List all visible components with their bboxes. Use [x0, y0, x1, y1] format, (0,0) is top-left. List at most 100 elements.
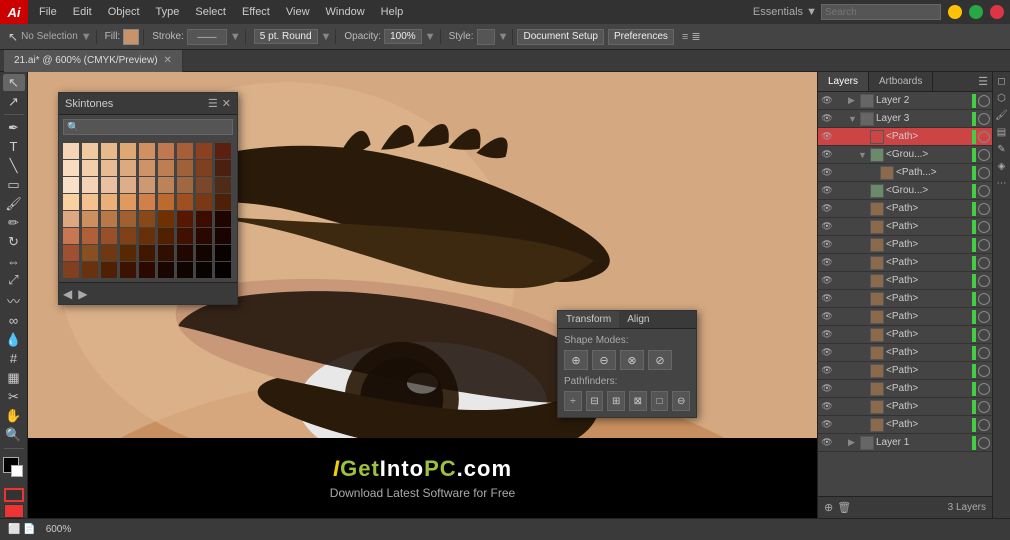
swatch-33[interactable] — [177, 194, 193, 210]
mini-icon-3[interactable]: 🖌 — [995, 110, 1009, 124]
mini-icon-4[interactable]: ▤ — [995, 127, 1009, 141]
gradient-tool[interactable]: ▦ — [3, 369, 25, 386]
menu-object[interactable]: Object — [101, 4, 147, 20]
swatch-30[interactable] — [120, 194, 136, 210]
layer-target-circle[interactable] — [978, 419, 990, 431]
pathfinder-outline-button[interactable]: □ — [651, 391, 669, 411]
pencil-tool[interactable]: ✏ — [3, 215, 25, 232]
layer-target-circle[interactable] — [978, 437, 990, 449]
swatch-29[interactable] — [101, 194, 117, 210]
swatch-42[interactable] — [177, 211, 193, 227]
layer-visibility-toggle[interactable]: 👁 — [820, 382, 834, 396]
pathfinder-crop-button[interactable]: ⊠ — [629, 391, 647, 411]
layer-target-circle[interactable] — [978, 401, 990, 413]
swatch-65[interactable] — [101, 262, 117, 278]
essentials-label[interactable]: Essentials ▼ — [753, 6, 817, 18]
swatch-2[interactable] — [101, 143, 117, 159]
layer-item[interactable]: 👁<Path> — [818, 416, 992, 434]
swatch-26[interactable] — [215, 177, 231, 193]
swatch-9[interactable] — [63, 160, 79, 176]
zoom-tool[interactable]: 🔍 — [3, 427, 25, 444]
swatch-35[interactable] — [215, 194, 231, 210]
swatch-17[interactable] — [215, 160, 231, 176]
shape-minus-button[interactable]: ⊖ — [592, 350, 616, 370]
swatch-62[interactable] — [215, 245, 231, 261]
layer-target-circle[interactable] — [978, 185, 990, 197]
hand-tool[interactable]: ✋ — [3, 408, 25, 425]
panel-back-button[interactable]: ◀ — [63, 287, 72, 301]
swatch-50[interactable] — [158, 228, 174, 244]
swatch-52[interactable] — [196, 228, 212, 244]
eyedropper-tool[interactable]: 💧 — [3, 331, 25, 348]
swatch-11[interactable] — [101, 160, 117, 176]
swatch-57[interactable] — [120, 245, 136, 261]
fill-icon[interactable] — [4, 504, 24, 518]
swatch-34[interactable] — [196, 194, 212, 210]
swatch-66[interactable] — [120, 262, 136, 278]
shape-unite-button[interactable]: ⊕ — [564, 350, 588, 370]
close-button[interactable] — [990, 5, 1004, 19]
mini-icon-5[interactable]: ✎ — [995, 144, 1009, 158]
background-color[interactable] — [11, 465, 23, 477]
menu-effect[interactable]: Effect — [235, 4, 277, 20]
menu-edit[interactable]: Edit — [66, 4, 99, 20]
minimize-button[interactable] — [948, 5, 962, 19]
swatch-54[interactable] — [63, 245, 79, 261]
layer-item[interactable]: 👁▼<Grou...> — [818, 146, 992, 164]
selection-tool[interactable]: ↖ — [3, 74, 25, 91]
panel-close-button[interactable]: ✕ — [222, 97, 231, 110]
swatch-6[interactable] — [177, 143, 193, 159]
layer-visibility-toggle[interactable]: 👁 — [820, 364, 834, 378]
swatch-68[interactable] — [158, 262, 174, 278]
rotate-tool[interactable]: ↻ — [3, 234, 25, 251]
swatch-64[interactable] — [82, 262, 98, 278]
swatch-22[interactable] — [139, 177, 155, 193]
layer-item[interactable]: 👁<Path> — [818, 344, 992, 362]
paintbrush-tool[interactable]: 🖌 — [3, 195, 25, 212]
swatch-12[interactable] — [120, 160, 136, 176]
swatch-16[interactable] — [196, 160, 212, 176]
swatch-38[interactable] — [101, 211, 117, 227]
swatch-61[interactable] — [196, 245, 212, 261]
layer-item[interactable]: 👁<Path> — [818, 308, 992, 326]
layer-visibility-toggle[interactable]: 👁 — [820, 274, 834, 288]
layer-target-circle[interactable] — [978, 311, 990, 323]
layer-item[interactable]: 👁<Path> — [818, 218, 992, 236]
layer-item[interactable]: 👁<Path> — [818, 200, 992, 218]
swatch-15[interactable] — [177, 160, 193, 176]
layer-visibility-toggle[interactable]: 👁 — [820, 436, 834, 450]
swatch-40[interactable] — [139, 211, 155, 227]
layer-target-circle[interactable] — [978, 113, 990, 125]
swatch-53[interactable] — [215, 228, 231, 244]
scissors-tool[interactable]: ✂ — [3, 388, 25, 405]
stroke-size[interactable]: 5 pt. Round — [254, 29, 318, 44]
layer-target-circle[interactable] — [978, 203, 990, 215]
layer-target-circle[interactable] — [978, 167, 990, 179]
layer-expand-toggle[interactable]: ▼ — [858, 150, 868, 160]
panel-options-icon[interactable]: ☰ — [978, 75, 988, 88]
layer-visibility-toggle[interactable]: 👁 — [820, 112, 834, 126]
zoom-display[interactable]: 600% — [46, 524, 72, 535]
type-tool[interactable]: T — [3, 138, 25, 155]
panel-search-input[interactable] — [63, 119, 233, 135]
swatch-58[interactable] — [139, 245, 155, 261]
layer-item[interactable]: 👁<Path> — [818, 362, 992, 380]
swatch-5[interactable] — [158, 143, 174, 159]
layer-item[interactable]: 👁▶Layer 1 — [818, 434, 992, 452]
panel-menu-button[interactable]: ☰ — [208, 97, 218, 110]
layer-target-circle[interactable] — [978, 383, 990, 395]
preferences-button[interactable]: Preferences — [608, 29, 674, 45]
swatch-18[interactable] — [63, 177, 79, 193]
direct-select-tool[interactable]: ↗ — [3, 93, 25, 110]
layer-item[interactable]: 👁<Path> — [818, 326, 992, 344]
mini-icon-6[interactable]: ◈ — [995, 161, 1009, 175]
opacity-value[interactable]: 100% — [384, 29, 422, 44]
mesh-tool[interactable]: # — [3, 350, 25, 367]
mini-icon-1[interactable]: ◻ — [995, 76, 1009, 90]
layer-expand-toggle[interactable]: ▼ — [848, 114, 858, 124]
normal-mode-icon[interactable] — [4, 488, 24, 502]
swatch-44[interactable] — [215, 211, 231, 227]
layer-visibility-toggle[interactable]: 👁 — [820, 238, 834, 252]
menu-window[interactable]: Window — [319, 4, 372, 20]
layer-target-circle[interactable] — [978, 329, 990, 341]
